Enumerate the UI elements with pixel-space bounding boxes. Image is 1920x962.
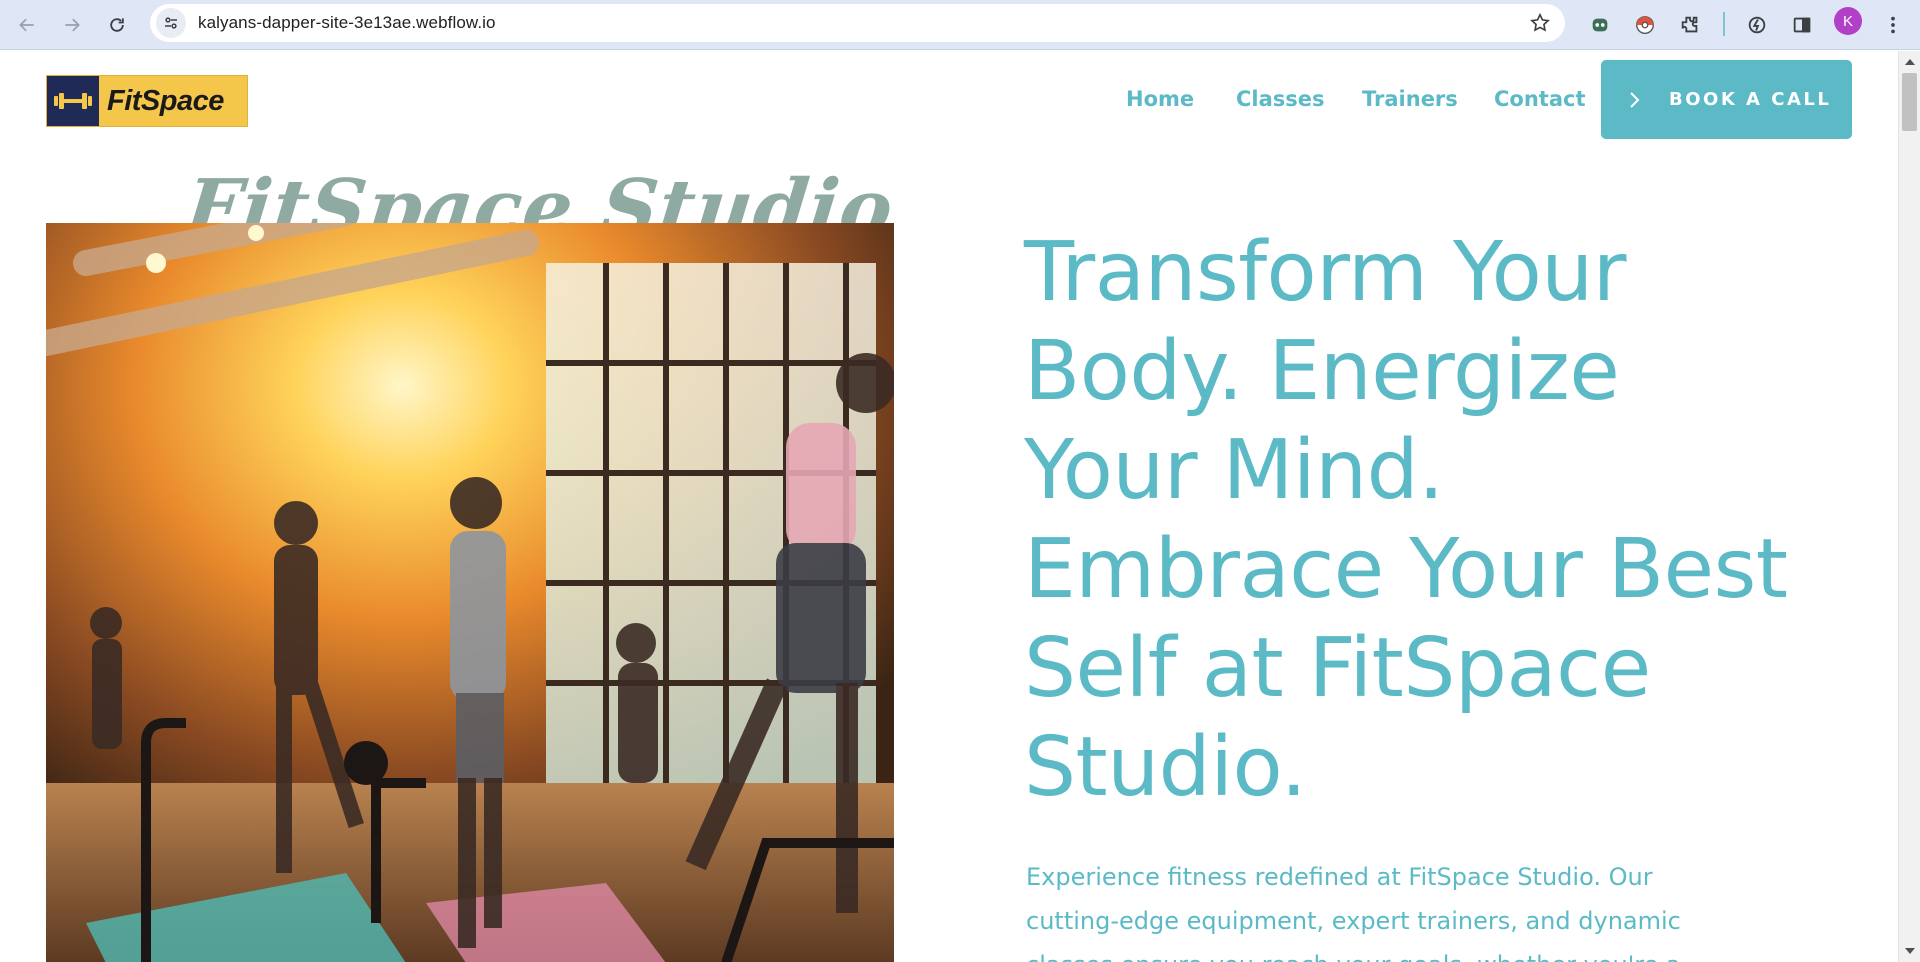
scroll-thumb[interactable] [1902,73,1917,131]
performance-button[interactable] [1740,8,1774,42]
arrow-left-icon [19,18,34,32]
pokeball-extension-icon [1636,16,1654,34]
back-button[interactable] [10,8,44,42]
nav-link-classes[interactable]: Classes [1236,87,1325,111]
sidebar-icon [1793,17,1811,33]
nav-link-home[interactable]: Home [1126,87,1194,111]
scroll-down-arrow-icon[interactable] [1905,948,1915,954]
hero-heading-line: Embrace Your Best [1024,522,1788,617]
hero-heading: Transform Your Body. Energize Your Mind.… [1024,223,1824,817]
site-info-button[interactable] [156,8,186,38]
url-text[interactable]: kalyans-dapper-site-3e13ae.webflow.io [198,13,496,33]
puzzle-icon [1681,16,1698,33]
performance-icon [1748,16,1766,34]
hero-heading-line: Your Mind. [1024,423,1444,518]
reload-icon [110,18,124,32]
address-bar[interactable]: kalyans-dapper-site-3e13ae.webflow.io [150,4,1565,42]
toolbar-separator [1723,12,1725,36]
robot-extension-icon [1592,18,1608,32]
profile-avatar[interactable]: K [1834,7,1862,35]
extensions-button[interactable] [1673,8,1707,42]
hero-heading-line: Body. Energize [1024,324,1620,419]
hero-paragraph-line: cutting-edge equipment, expert trainers,… [1026,907,1681,935]
robot-extension-button[interactable] [1583,8,1617,42]
reload-button[interactable] [100,8,134,42]
site-logo[interactable]: FitSpace [46,75,248,127]
nav-link-contact[interactable]: Contact [1494,87,1586,111]
scroll-up-arrow-icon[interactable] [1905,59,1915,65]
hero-paragraph-line: Experience fitness redefined at FitSpace… [1026,863,1653,891]
side-panel-button[interactable] [1785,8,1819,42]
hero-paragraph: Experience fitness redefined at FitSpace… [1026,855,1706,962]
gym-illustration [46,223,894,962]
page-scrollbar[interactable] [1898,51,1920,962]
tune-icon [165,17,177,29]
hero-gym-image [46,223,894,962]
chevron-right-icon [1630,91,1640,108]
hero-heading-line: Transform Your [1024,225,1627,320]
hero-heading-line: Studio. [1024,720,1307,815]
kebab-menu-icon [1891,16,1895,34]
browser-toolbar: kalyans-dapper-site-3e13ae.webflow.io K [0,0,1920,50]
hero-paragraph-line: classes ensure you reach your goals, whe… [1026,951,1681,962]
book-a-call-button[interactable]: BOOK A CALL [1601,60,1852,139]
browser-menu-button[interactable] [1876,8,1910,42]
forward-button[interactable] [55,8,89,42]
webpage: FitSpace Home Classes Trainers Contact B… [0,51,1898,962]
logo-text: FitSpace [107,84,224,117]
pokeball-extension-button[interactable] [1628,8,1662,42]
star-icon[interactable] [1529,12,1551,34]
nav-link-trainers[interactable]: Trainers [1362,87,1458,111]
arrow-right-icon [65,18,80,32]
hero-heading-line: Self at FitSpace [1024,621,1651,716]
book-a-call-label: BOOK A CALL [1669,89,1832,110]
dumbbell-icon [47,76,99,126]
